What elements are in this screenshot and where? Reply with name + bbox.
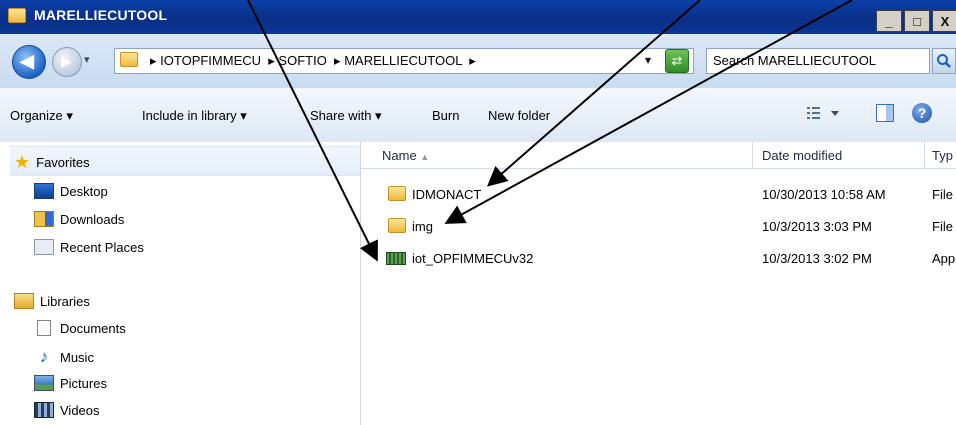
column-separator[interactable] [752,142,753,168]
share-with-button[interactable]: Share with ▾ [310,108,382,124]
nav-item-label: Desktop [60,183,108,199]
nav-item-pictures[interactable]: Pictures [34,375,107,391]
search-icon [937,54,951,68]
window-title: MARELLIECUTOOL [34,7,168,23]
minimize-button[interactable]: _ [876,10,902,32]
folder-icon [388,218,406,236]
back-arrow-icon: ◀ [20,51,34,71]
file-date: 10/3/2013 3:02 PM [762,251,872,266]
file-type: App [932,251,956,266]
address-dropdown-button[interactable]: ▾ [645,53,651,67]
nav-item-label: Favorites [36,155,90,170]
refresh-button[interactable]: ⇄ [665,49,689,73]
breadcrumb-separator[interactable]: ▸ [150,53,157,68]
documents-icon [37,320,51,336]
nav-item-label: Recent Places [60,239,144,255]
nav-item-desktop[interactable]: Desktop [34,183,108,199]
recent-places-icon [34,239,54,255]
star-icon: ★ [14,152,31,172]
nav-item-documents[interactable]: Documents [34,320,126,336]
column-header-date-modified[interactable]: Date modified [762,148,842,163]
column-header-type[interactable]: Typ [932,148,953,163]
breadcrumb: ▸ IOTOPFIMMECU ▸ SOFTIO ▸ MARELLIECUTOOL… [150,53,476,69]
file-date: 10/3/2013 3:03 PM [762,219,872,234]
column-header-name[interactable]: Name ▲ [382,148,429,163]
breadcrumb-separator[interactable]: ▸ [334,53,341,68]
back-button[interactable]: ◀ [12,45,46,79]
view-list-icon [807,107,839,119]
application-icon [386,252,406,268]
organize-button[interactable]: Organize ▾ [10,108,73,124]
music-icon: ♪ [39,347,49,366]
search-input[interactable]: Search MARELLIECUTOOL [706,48,930,74]
column-header-row [361,142,956,169]
nav-item-music[interactable]: ♪ Music [34,347,94,367]
forward-arrow-icon: ▶ [61,53,72,69]
nav-item-label: Libraries [40,293,90,309]
refresh-icon: ⇄ [671,53,683,68]
close-button[interactable]: X [932,10,956,32]
folder-icon [388,186,406,204]
nav-item-videos[interactable]: Videos [34,402,100,418]
folder-icon [120,52,138,70]
window-controls: _ □ X [874,10,956,32]
maximize-button[interactable]: □ [904,10,930,32]
column-header-label: Name [382,148,417,163]
file-name: iot_OPFIMMECUv32 [412,251,534,266]
breadcrumb-softio[interactable]: SOFTIO [278,53,326,68]
file-date: 10/30/2013 10:58 AM [762,187,886,202]
nav-item-label: Pictures [60,375,107,391]
downloads-icon [34,211,54,227]
nav-item-favorites[interactable]: ★ Favorites [14,152,90,173]
include-in-library-button[interactable]: Include in library ▾ [142,108,247,124]
nav-item-label: Music [60,349,94,365]
change-view-button[interactable] [805,104,845,125]
file-name: IDMONACT [412,187,482,202]
breadcrumb-iotopfimmecu[interactable]: IOTOPFIMMECU [160,53,261,68]
preview-pane-button[interactable] [876,104,894,122]
recent-pages-dropdown[interactable]: ▾ [84,53,90,66]
desktop-icon [34,183,54,199]
file-type: File [932,187,953,202]
nav-item-label: Videos [60,402,100,418]
sort-ascending-icon: ▲ [420,152,430,162]
breadcrumb-marelliecutool[interactable]: MARELLIECUTOOL [344,53,462,68]
nav-item-label: Downloads [60,211,125,227]
breadcrumb-separator[interactable]: ▸ [268,53,275,68]
search-button[interactable] [932,48,956,74]
nav-item-downloads[interactable]: Downloads [34,211,124,227]
file-name: img [412,219,433,234]
new-folder-button[interactable]: New folder [488,108,550,123]
burn-button[interactable]: Burn [432,108,459,123]
nav-item-libraries[interactable]: Libraries [14,293,90,309]
videos-icon [34,402,54,418]
file-type: File [932,219,953,234]
nav-item-label: Documents [60,320,126,336]
pictures-icon [34,375,54,391]
libraries-icon [14,293,34,309]
forward-button[interactable]: ▶ [52,47,82,77]
breadcrumb-separator[interactable]: ▸ [469,53,476,68]
nav-item-recent-places[interactable]: Recent Places [34,239,144,255]
folder-icon [8,8,26,26]
help-icon[interactable]: ? [912,103,932,123]
column-separator[interactable] [924,142,925,168]
